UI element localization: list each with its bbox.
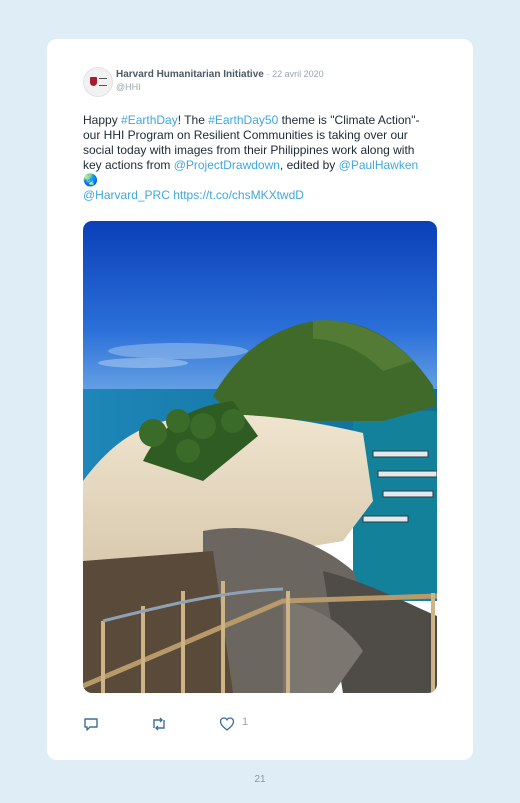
heart-icon (219, 717, 235, 731)
hashtag-link[interactable]: #EarthDay (121, 113, 178, 127)
text-segment: Happy (83, 113, 122, 127)
beach-island-photo (83, 221, 437, 693)
hashtag-link[interactable]: #EarthDay50 (208, 113, 278, 127)
tweet-text: Happy #EarthDay! The #EarthDay50 theme i… (83, 113, 423, 203)
like-button[interactable] (219, 716, 235, 732)
tweet-photo[interactable] (83, 221, 437, 693)
mention-link[interactable]: @ProjectDrawdown (174, 158, 280, 172)
mention-link[interactable]: @Harvard_PRC (83, 188, 170, 202)
text-segment: ! The (177, 113, 209, 127)
text-segment: , edited by (279, 158, 339, 172)
mention-link[interactable]: @PaulHawken (339, 158, 419, 172)
author-name[interactable]: Harvard Humanitarian Initiative · 22 avr… (116, 69, 324, 80)
author-name-text: Harvard Humanitarian Initiative (116, 69, 264, 80)
harvard-shield-icon (90, 77, 97, 86)
tweet-actions: 1 (83, 716, 383, 736)
author-handle[interactable]: @HHI (116, 82, 141, 92)
like-count: 1 (242, 716, 249, 728)
avatar[interactable] (83, 67, 113, 97)
retweet-button[interactable] (150, 716, 168, 732)
reply-button[interactable] (83, 716, 99, 732)
tweet-card: Harvard Humanitarian Initiative · 22 avr… (47, 39, 473, 760)
page-number: 21 (254, 774, 266, 785)
tweet-date[interactable]: · 22 avril 2020 (267, 69, 324, 79)
logo-wordmark (99, 78, 107, 86)
retweet-icon (153, 717, 165, 731)
reply-icon (84, 718, 98, 731)
url-link[interactable]: https://t.co/chsMKXtwdD (173, 188, 304, 202)
globe-emoji: 🌏 (83, 173, 98, 187)
